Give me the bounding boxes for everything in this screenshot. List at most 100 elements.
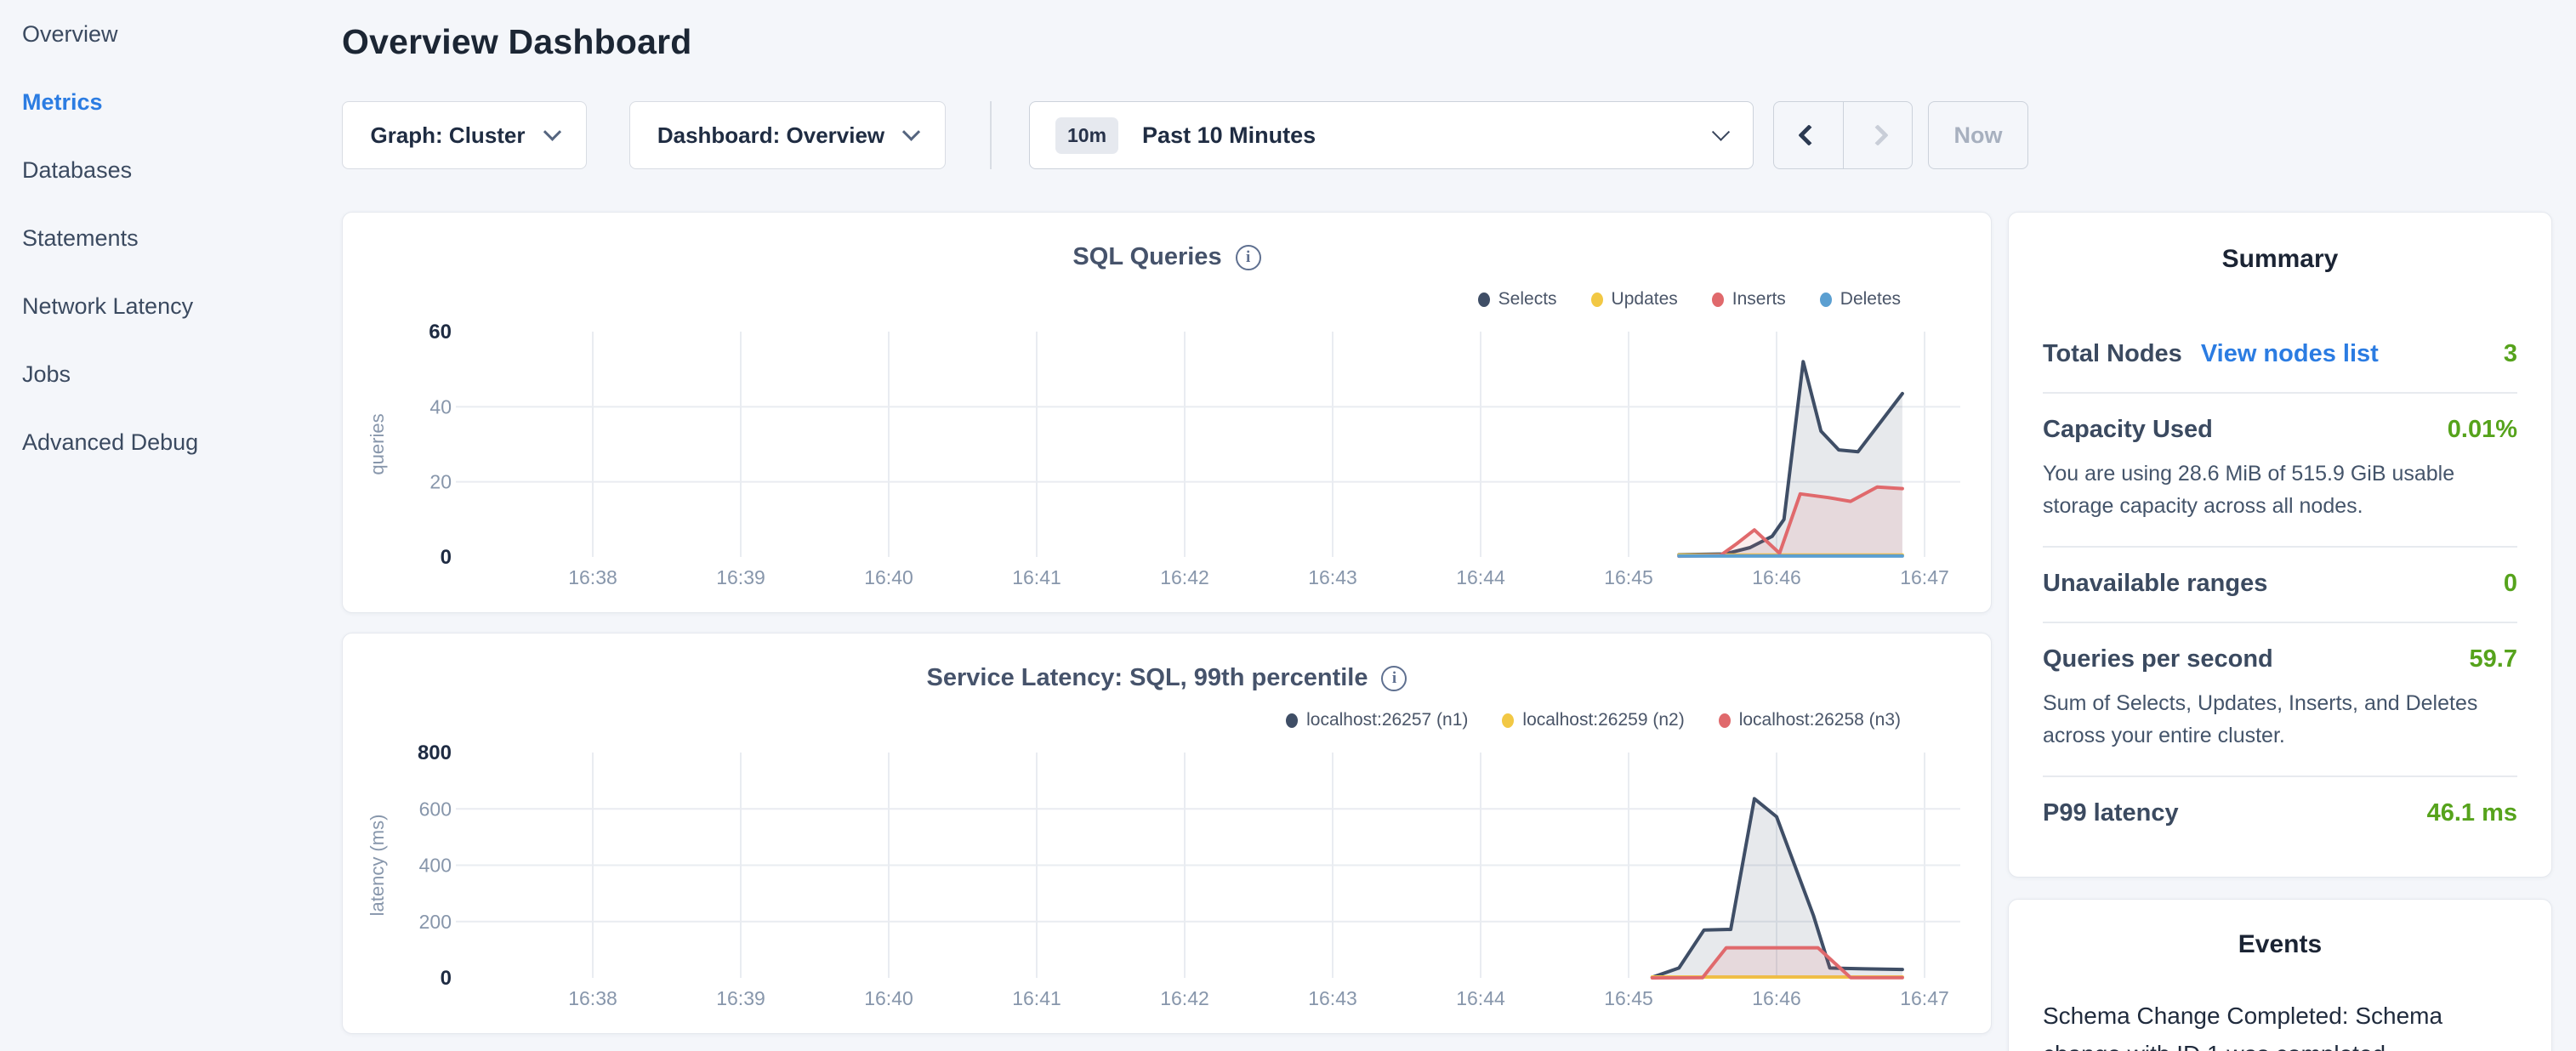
svg-text:0: 0 xyxy=(441,967,452,990)
graph-dropdown[interactable]: Graph: Cluster xyxy=(342,101,587,169)
legend-label: Updates xyxy=(1612,289,1678,310)
chevron-right-icon xyxy=(1867,124,1888,145)
prev-range-button[interactable] xyxy=(1774,102,1843,168)
svg-text:16:43: 16:43 xyxy=(1308,987,1357,1009)
svg-text:latency (ms): latency (ms) xyxy=(367,815,388,917)
svg-text:16:47: 16:47 xyxy=(1900,987,1949,1009)
time-step-buttons xyxy=(1773,101,1913,169)
summary-row-label: Capacity Used xyxy=(2043,416,2213,444)
svg-text:16:38: 16:38 xyxy=(568,566,617,588)
dashboard-dropdown-label: Dashboard: Overview xyxy=(657,122,884,149)
events-list: Schema Change Completed: Schema change w… xyxy=(2043,997,2517,1051)
svg-text:16:44: 16:44 xyxy=(1456,987,1505,1009)
svg-text:60: 60 xyxy=(429,321,452,344)
sidebar-item-advanced-debug[interactable]: Advanced Debug xyxy=(22,408,342,476)
events-panel: Events Schema Change Completed: Schema c… xyxy=(2008,899,2552,1051)
svg-text:16:44: 16:44 xyxy=(1456,566,1505,588)
legend-label: Deletes xyxy=(1840,289,1901,310)
summary-title: Summary xyxy=(2043,245,2517,274)
chevron-down-icon xyxy=(543,122,560,140)
sidebar-item-overview[interactable]: Overview xyxy=(22,0,342,68)
legend-dot-icon xyxy=(1719,713,1731,728)
legend-item: localhost:26257 (n1) xyxy=(1286,710,1468,730)
summary-row-label: Unavailable ranges xyxy=(2043,570,2267,598)
summary-row-value: 59.7 xyxy=(2470,645,2517,673)
legend-dot-icon xyxy=(1286,713,1298,728)
legend-item: Selects xyxy=(1478,289,1557,310)
summary-row-label: P99 latency xyxy=(2043,799,2179,827)
sql-queries-chart[interactable]: 16:3816:3916:4016:4116:4216:4316:4416:45… xyxy=(358,319,1974,599)
now-button[interactable]: Now xyxy=(1928,101,2028,169)
summary-row: Total Nodes View nodes list 3 xyxy=(2043,318,2517,392)
legend-dot-icon xyxy=(1712,293,1724,307)
app-root: OverviewMetricsDatabasesStatementsNetwor… xyxy=(0,0,2576,1051)
summary-panel: Summary Total Nodes View nodes list 3 Capac… xyxy=(2008,212,2552,878)
legend-item: localhost:26258 (n3) xyxy=(1719,710,1901,730)
svg-text:16:41: 16:41 xyxy=(1012,987,1061,1009)
sidebar-item-metrics[interactable]: Metrics xyxy=(22,68,342,136)
summary-row: P99 latency 46.1 ms xyxy=(2043,775,2517,851)
legend-dot-icon xyxy=(1502,713,1514,728)
legend-item: Updates xyxy=(1591,289,1678,310)
svg-text:16:38: 16:38 xyxy=(568,987,617,1009)
legend-item: Inserts xyxy=(1712,289,1786,310)
sidebar-item-network-latency[interactable]: Network Latency xyxy=(22,272,342,340)
service-latency-chart-panel: Service Latency: SQL, 99th percentile i … xyxy=(342,633,1992,1034)
svg-text:16:46: 16:46 xyxy=(1752,566,1801,588)
summary-row-value: 0.01% xyxy=(2448,416,2517,444)
time-range-selector[interactable]: 10m Past 10 Minutes xyxy=(1029,101,1754,169)
legend-dot-icon xyxy=(1478,293,1490,307)
summary-row-label: Queries per second xyxy=(2043,645,2273,673)
chevron-down-icon xyxy=(902,122,920,140)
time-range-badge: 10m xyxy=(1055,117,1118,154)
svg-text:40: 40 xyxy=(429,395,452,418)
summary-row: Unavailable ranges 0 xyxy=(2043,546,2517,622)
legend-label: localhost:26258 (n3) xyxy=(1739,710,1901,730)
summary-row-value: 0 xyxy=(2504,570,2517,598)
summary-row-value: 46.1 ms xyxy=(2427,799,2517,827)
legend-label: localhost:26259 (n2) xyxy=(1522,710,1684,730)
svg-text:16:47: 16:47 xyxy=(1900,566,1949,588)
chart-title-row: SQL Queries i xyxy=(343,243,1991,271)
svg-text:16:39: 16:39 xyxy=(716,987,765,1009)
time-range-label: Past 10 Minutes xyxy=(1142,122,1714,149)
sidebar-item-statements[interactable]: Statements xyxy=(22,204,342,272)
right-column: Summary Total Nodes View nodes list 3 Capac… xyxy=(2008,212,2552,1051)
event-text: Schema Change Completed: Schema change w… xyxy=(2043,997,2517,1051)
legend-dot-icon xyxy=(1591,293,1603,307)
svg-text:16:41: 16:41 xyxy=(1012,566,1061,588)
sidebar-item-jobs[interactable]: Jobs xyxy=(22,340,342,408)
svg-text:800: 800 xyxy=(418,741,452,764)
chart-legend: localhost:26257 (n1) localhost:26259 (n2)… xyxy=(1286,710,1901,730)
legend-item: localhost:26259 (n2) xyxy=(1502,710,1684,730)
controls-row: Graph: Cluster Dashboard: Overview 10m P… xyxy=(342,101,2552,169)
svg-text:16:45: 16:45 xyxy=(1604,566,1653,588)
page-title: Overview Dashboard xyxy=(342,22,2552,62)
chevron-left-icon xyxy=(1798,124,1819,145)
summary-row-value: 3 xyxy=(2504,340,2517,368)
chart-svg: 16:3816:3916:4016:4116:4216:4316:4416:45… xyxy=(358,319,1974,599)
summary-row-description: Sum of Selects, Updates, Inserts, and De… xyxy=(2043,687,2517,752)
view-nodes-list-link[interactable]: View nodes list xyxy=(2201,340,2379,368)
legend-dot-icon xyxy=(1820,293,1832,307)
svg-text:200: 200 xyxy=(419,911,452,933)
info-icon[interactable]: i xyxy=(1381,666,1407,691)
svg-text:16:46: 16:46 xyxy=(1752,987,1801,1009)
summary-row-label: Total Nodes xyxy=(2043,340,2182,368)
svg-text:16:43: 16:43 xyxy=(1308,566,1357,588)
chart-legend: Selects Updates Inserts Deletes xyxy=(1478,289,1901,310)
sidebar-item-databases[interactable]: Databases xyxy=(22,136,342,204)
svg-text:16:40: 16:40 xyxy=(864,566,913,588)
legend-label: Selects xyxy=(1498,289,1557,310)
svg-text:20: 20 xyxy=(429,471,452,493)
svg-text:16:39: 16:39 xyxy=(716,566,765,588)
service-latency-chart[interactable]: 16:3816:3916:4016:4116:4216:4316:4416:45… xyxy=(358,740,1974,1020)
summary-row: Capacity Used0.01%You are using 28.6 MiB… xyxy=(2043,392,2517,546)
next-range-button[interactable] xyxy=(1843,102,1912,168)
summary-rows: Total Nodes View nodes list 3 Capacity Used… xyxy=(2043,318,2517,851)
chart-title: Service Latency: SQL, 99th percentile xyxy=(927,664,1368,692)
sidebar-nav: OverviewMetricsDatabasesStatementsNetwor… xyxy=(0,0,342,1051)
info-icon[interactable]: i xyxy=(1236,245,1261,270)
dashboard-dropdown[interactable]: Dashboard: Overview xyxy=(629,101,946,169)
summary-row: Queries per second 59.7 Sum of Selects, Up… xyxy=(2043,622,2517,775)
